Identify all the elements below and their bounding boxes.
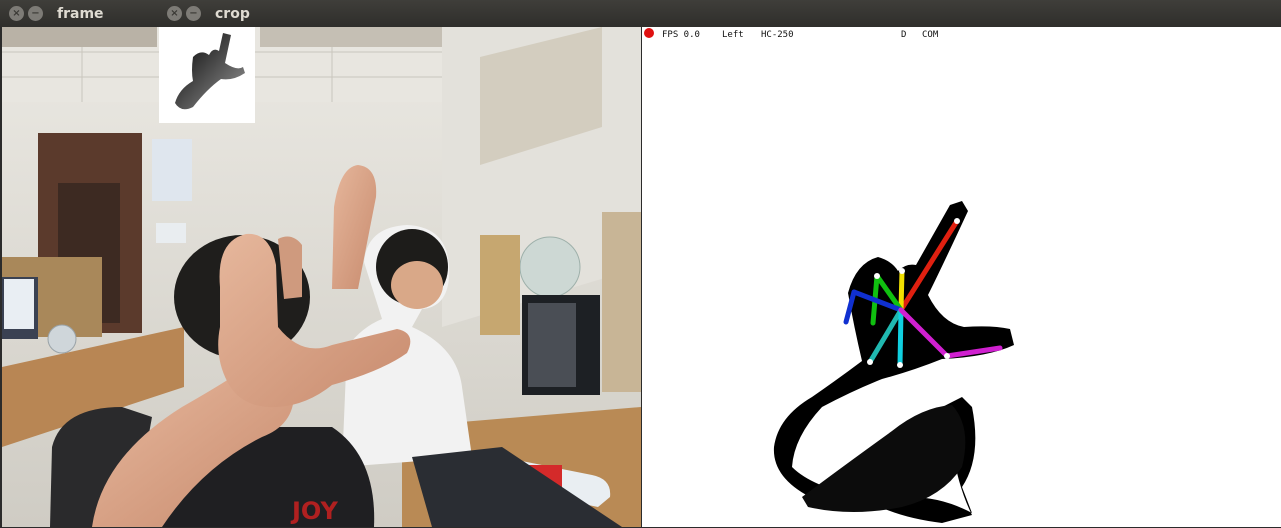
crop-window-controls: × − crop [167, 0, 250, 27]
frame-minimize-button[interactable]: − [28, 6, 43, 21]
crop-minimize-button[interactable]: − [186, 6, 201, 21]
frame-close-button[interactable]: × [9, 6, 24, 21]
sensor-label: HC-250 [761, 30, 794, 40]
depth-view: FPS 0.0 Left HC-250 D COM [642, 27, 1281, 527]
com-label: COM [922, 30, 939, 40]
crop-thumbnail [159, 27, 255, 123]
frame-window-controls: × − frame [9, 0, 104, 27]
window-titlebar: × − frame × − crop [0, 0, 1281, 27]
camera-frame-view: JOY [2, 27, 641, 527]
crop-window-title: crop [215, 5, 250, 22]
crop-hand-silhouette [175, 33, 245, 110]
depth-hand-render [644, 28, 1014, 523]
crop-close-button[interactable]: × [167, 6, 182, 21]
svg-text:JOY: JOY [290, 497, 338, 525]
recording-indicator-icon [644, 28, 654, 38]
fps-readout: FPS 0.0 [662, 30, 700, 40]
mode-label: D [901, 30, 907, 40]
handedness-label: Left [722, 30, 744, 40]
frame-window-title: frame [57, 5, 104, 22]
camera-photo: JOY [2, 27, 641, 527]
